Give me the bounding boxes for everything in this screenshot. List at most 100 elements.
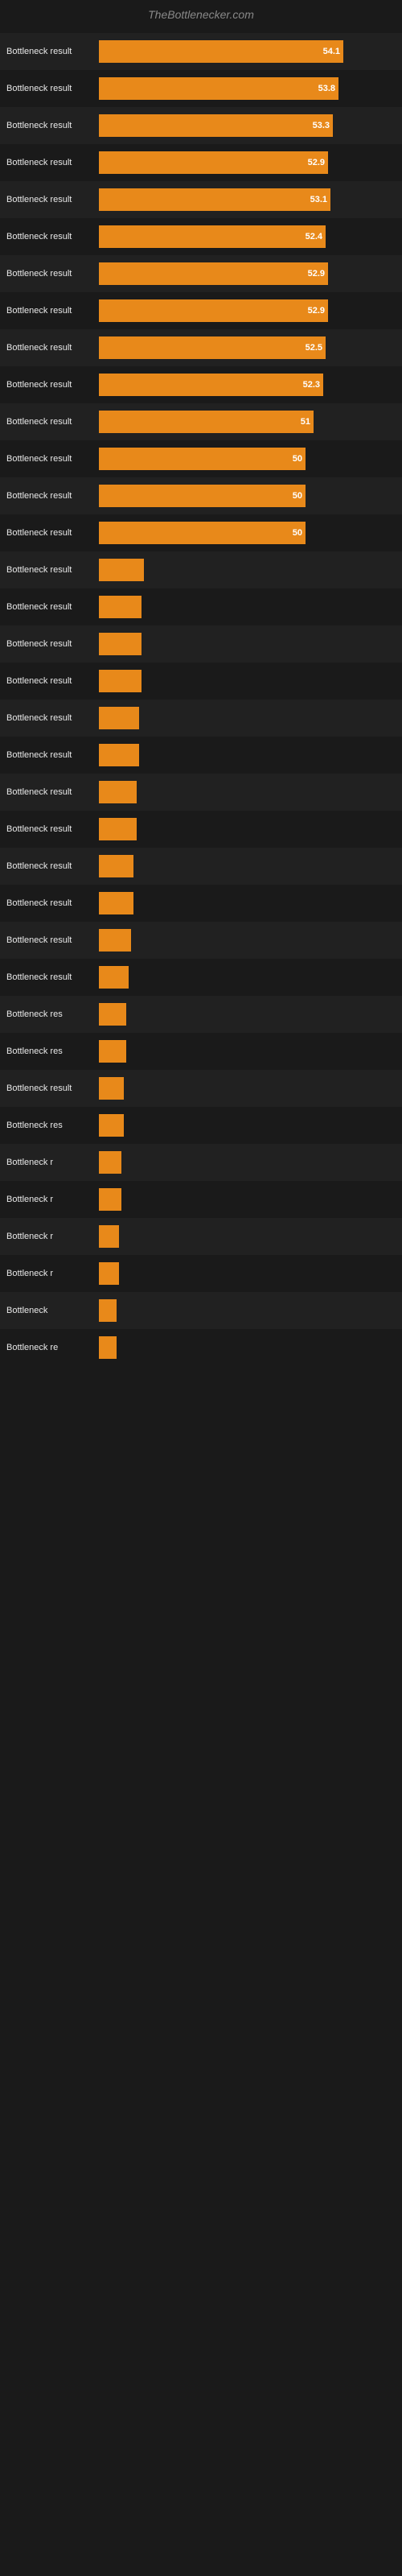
bar-label: Bottleneck result xyxy=(6,565,99,575)
bar-value: 54.1 xyxy=(323,47,340,56)
bar-value: 53.3 xyxy=(313,121,330,130)
list-item: Bottleneck result 52.3 xyxy=(0,366,402,403)
bar-value: 50 xyxy=(293,491,302,501)
bar-fill xyxy=(99,1299,117,1322)
bar-label: Bottleneck result xyxy=(6,972,99,982)
bar-label: Bottleneck result xyxy=(6,454,99,464)
bar-label: Bottleneck result xyxy=(6,121,99,130)
bar-label: Bottleneck result xyxy=(6,602,99,612)
bar-fill xyxy=(99,559,144,581)
list-item: Bottleneck result52.9 xyxy=(0,292,402,329)
bar-value: 51 xyxy=(301,417,310,427)
bar-value: 52.9 xyxy=(308,306,325,316)
bar-fill xyxy=(99,670,142,692)
list-item: Bottleneck res xyxy=(0,1107,402,1144)
list-item: Bottleneck result 50 xyxy=(0,440,402,477)
bar-value: 50 xyxy=(293,528,302,538)
bar-fill: 52.4 xyxy=(99,225,326,248)
bar-label: Bottleneck re xyxy=(6,1343,99,1352)
bar-fill xyxy=(99,707,139,729)
bar-fill xyxy=(99,1040,126,1063)
bar-label: Bottleneck result xyxy=(6,824,99,834)
bar-fill: 52.9 xyxy=(99,299,328,322)
list-item: Bottleneck r xyxy=(0,1255,402,1292)
bar-label: Bottleneck res xyxy=(6,1046,99,1056)
list-item: Bottleneck result xyxy=(0,700,402,737)
list-item: Bottleneck result xyxy=(0,922,402,959)
bar-label: Bottleneck r xyxy=(6,1195,99,1204)
list-item: Bottleneck result52.9 xyxy=(0,255,402,292)
bar-value: 53.1 xyxy=(310,195,327,204)
bar-label: Bottleneck res xyxy=(6,1121,99,1130)
bar-label: Bottleneck r xyxy=(6,1158,99,1167)
list-item: Bottleneck result xyxy=(0,848,402,885)
list-item: Bottleneck result 50 xyxy=(0,514,402,551)
bar-value: 52.3 xyxy=(303,380,320,390)
list-item: Bottleneck result52.9 xyxy=(0,144,402,181)
list-item: Bottleneck result xyxy=(0,551,402,588)
bar-label: Bottleneck result xyxy=(6,676,99,686)
bar-fill: 52.9 xyxy=(99,262,328,285)
bar-value: 50 xyxy=(293,454,302,464)
bar-fill xyxy=(99,1225,119,1248)
list-item: Bottleneck result xyxy=(0,737,402,774)
bar-label: Bottleneck result xyxy=(6,787,99,797)
list-item: Bottleneck re xyxy=(0,1329,402,1366)
list-item: Bottleneck result xyxy=(0,663,402,700)
list-item: Bottleneck result xyxy=(0,1070,402,1107)
list-item: Bottleneck r xyxy=(0,1181,402,1218)
bar-label: Bottleneck result xyxy=(6,380,99,390)
bar-fill: 53.1 xyxy=(99,188,330,211)
bar-fill xyxy=(99,1003,126,1026)
site-title: TheBottlenecker.com xyxy=(148,8,254,21)
bar-fill: 50 xyxy=(99,448,306,470)
bar-label: Bottleneck result xyxy=(6,269,99,279)
list-item: Bottleneck r xyxy=(0,1218,402,1255)
bar-fill: 50 xyxy=(99,522,306,544)
list-item: Bottleneck res xyxy=(0,1033,402,1070)
bar-label: Bottleneck result xyxy=(6,898,99,908)
bar-fill: 53.8 xyxy=(99,77,338,100)
bar-fill xyxy=(99,966,129,989)
bar-fill xyxy=(99,1151,121,1174)
list-item: Bottleneck result53.1 xyxy=(0,181,402,218)
bar-fill xyxy=(99,818,137,840)
bar-value: 52.4 xyxy=(306,232,322,242)
bar-label: Bottleneck result xyxy=(6,417,99,427)
bar-fill: 51 xyxy=(99,411,314,433)
list-item: Bottleneck result xyxy=(0,959,402,996)
list-item: Bottleneck result xyxy=(0,774,402,811)
bar-label: Bottleneck result xyxy=(6,343,99,353)
bar-fill xyxy=(99,1336,117,1359)
bar-fill xyxy=(99,855,133,877)
bar-label: Bottleneck result xyxy=(6,935,99,945)
bar-label: Bottleneck result xyxy=(6,84,99,93)
header: TheBottlenecker.com xyxy=(0,0,402,33)
bar-label: Bottleneck result xyxy=(6,47,99,56)
bar-label: Bottleneck result xyxy=(6,232,99,242)
list-item: Bottleneck result 52.4 xyxy=(0,218,402,255)
bar-fill xyxy=(99,1262,119,1285)
list-item: Bottleneck result xyxy=(0,811,402,848)
bar-label: Bottleneck r xyxy=(6,1269,99,1278)
list-item: Bottleneck result 50 xyxy=(0,477,402,514)
bar-label: Bottleneck r xyxy=(6,1232,99,1241)
bar-label: Bottleneck result xyxy=(6,1084,99,1093)
bar-fill xyxy=(99,596,142,618)
bar-fill: 50 xyxy=(99,485,306,507)
bar-label: Bottleneck xyxy=(6,1306,99,1315)
bar-label: Bottleneck result xyxy=(6,491,99,501)
bar-label: Bottleneck result xyxy=(6,861,99,871)
list-item: Bottleneck result 54.1 xyxy=(0,33,402,70)
bar-chart: Bottleneck result54.1Bottleneck result53… xyxy=(0,33,402,1366)
bar-fill xyxy=(99,1077,124,1100)
list-item: Bottleneck xyxy=(0,1292,402,1329)
bar-fill xyxy=(99,1114,124,1137)
bar-fill xyxy=(99,892,133,914)
list-item: Bottleneck result52.5 xyxy=(0,329,402,366)
list-item: Bottleneck result 53.3 xyxy=(0,107,402,144)
bar-fill xyxy=(99,1188,121,1211)
bar-label: Bottleneck result xyxy=(6,639,99,649)
bar-value: 53.8 xyxy=(318,84,335,93)
bar-label: Bottleneck result xyxy=(6,528,99,538)
